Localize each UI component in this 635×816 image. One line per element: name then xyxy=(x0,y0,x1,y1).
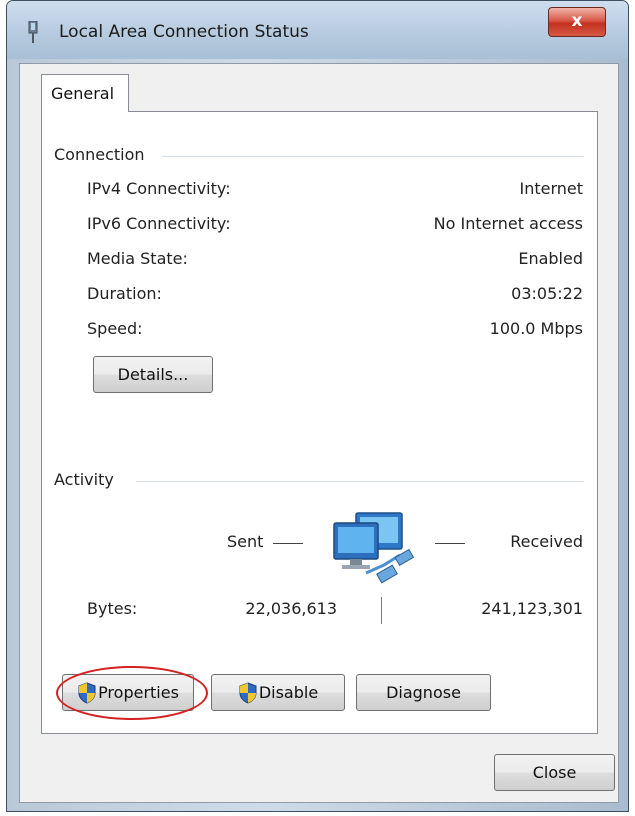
connection-group-header: Connection xyxy=(54,145,145,164)
speed-value: 100.0 Mbps xyxy=(489,319,583,338)
duration-value: 03:05:22 xyxy=(511,284,583,303)
media-state-value: Enabled xyxy=(518,249,583,268)
details-button-label: Details... xyxy=(117,365,189,384)
received-label: Received xyxy=(510,532,583,551)
details-button[interactable]: Details... xyxy=(93,356,213,393)
disable-button[interactable]: Disable xyxy=(211,674,345,711)
uac-shield-icon xyxy=(78,681,96,704)
properties-button-label: Properties xyxy=(98,683,179,702)
close-window-button[interactable]: x xyxy=(548,7,606,37)
properties-button[interactable]: Properties xyxy=(62,674,194,711)
network-adapter-icon xyxy=(28,21,38,43)
window-title: Local Area Connection Status xyxy=(59,22,309,42)
ipv6-connectivity-label: IPv6 Connectivity: xyxy=(87,214,231,233)
close-button-label: Close xyxy=(532,763,577,782)
dialog-client-area: General Connection IPv4 Connectivity: In… xyxy=(19,63,619,803)
close-icon: x xyxy=(571,11,583,31)
general-tab-panel: Connection IPv4 Connectivity: Internet I… xyxy=(41,111,598,734)
ipv4-connectivity-label: IPv4 Connectivity: xyxy=(87,179,231,198)
bytes-received-value: 241,123,301 xyxy=(481,599,583,618)
sent-label: Sent xyxy=(227,532,264,551)
speed-label: Speed: xyxy=(87,319,143,338)
bytes-label: Bytes: xyxy=(87,599,138,618)
diagnose-button-label: Diagnose xyxy=(386,683,461,702)
ipv6-connectivity-value: No Internet access xyxy=(433,214,583,233)
bytes-separator xyxy=(381,597,382,624)
connection-divider xyxy=(162,156,584,157)
media-state-label: Media State: xyxy=(87,249,188,268)
tab-general[interactable]: General xyxy=(41,74,129,112)
local-area-connection-status-window: Local Area Connection Status x General C… xyxy=(6,0,629,812)
activity-group-header: Activity xyxy=(54,470,114,489)
received-dash xyxy=(435,543,465,544)
uac-shield-icon xyxy=(239,681,257,704)
disable-button-label: Disable xyxy=(258,683,319,702)
network-computers-icon xyxy=(333,512,415,584)
ipv4-connectivity-value: Internet xyxy=(519,179,583,198)
diagnose-button[interactable]: Diagnose xyxy=(356,674,491,711)
activity-divider xyxy=(136,481,584,482)
duration-label: Duration: xyxy=(87,284,162,303)
title-bar[interactable]: Local Area Connection Status x xyxy=(7,1,628,59)
close-button[interactable]: Close xyxy=(494,754,615,791)
sent-dash xyxy=(273,543,303,544)
bytes-sent-value: 22,036,613 xyxy=(245,599,337,618)
